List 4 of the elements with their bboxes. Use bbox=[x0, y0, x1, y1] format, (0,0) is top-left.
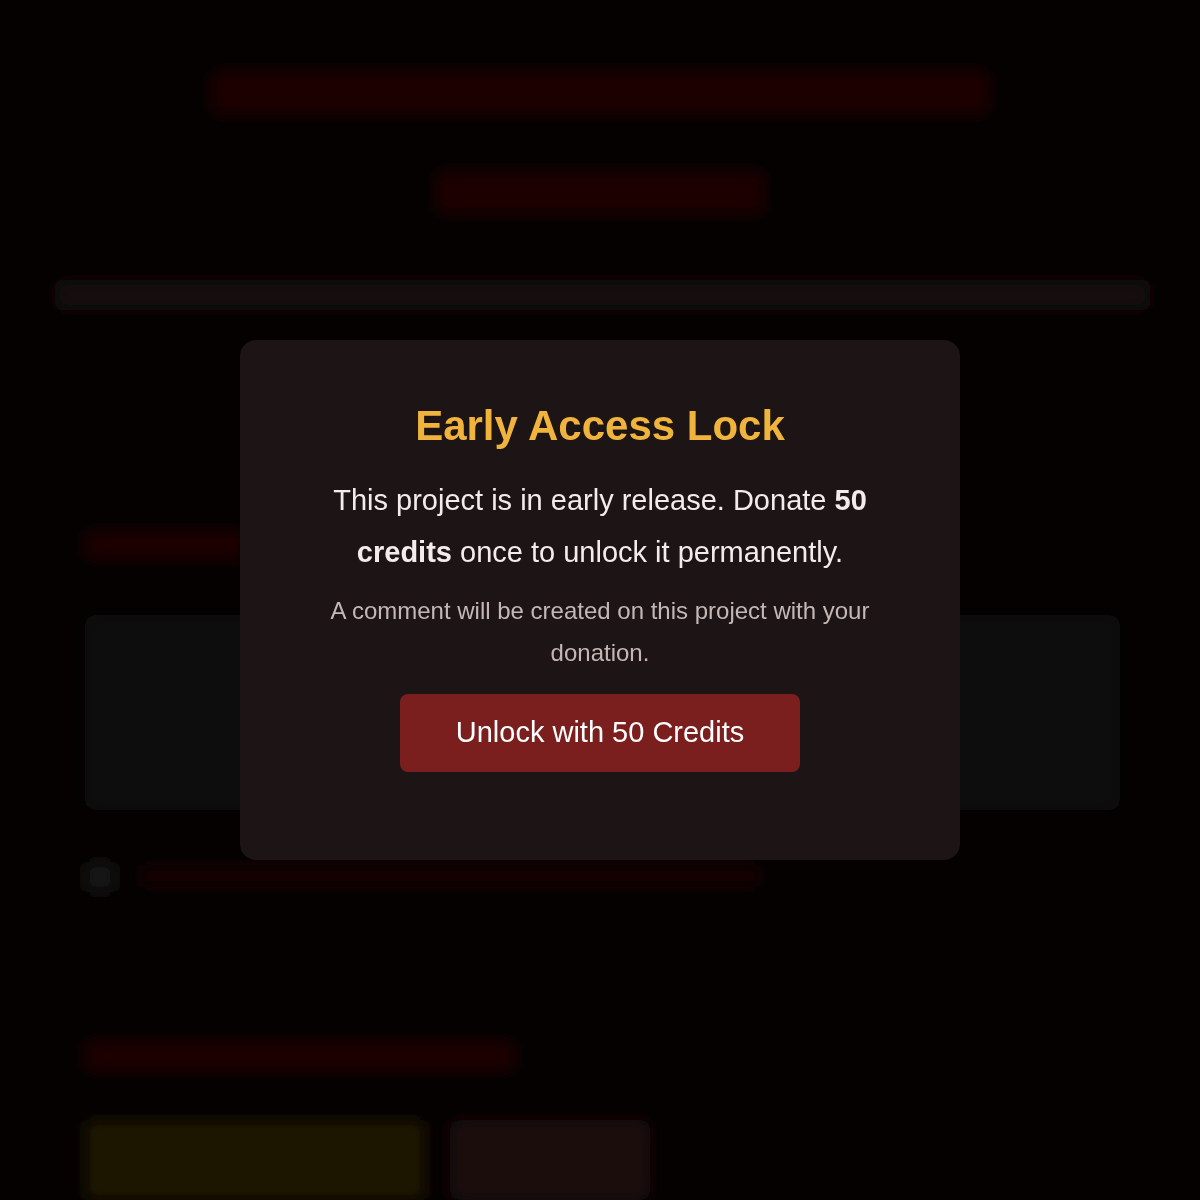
dialog-note: A comment will be created on this project with your donation. bbox=[329, 596, 871, 668]
dialog-message: This project is in early release. Donate 50 credits once to unlock it permanently. bbox=[332, 483, 868, 570]
unlock-button[interactable]: Unlock with 50 Credits bbox=[400, 694, 800, 772]
dialog-title: Early Access Lock bbox=[415, 401, 785, 451]
